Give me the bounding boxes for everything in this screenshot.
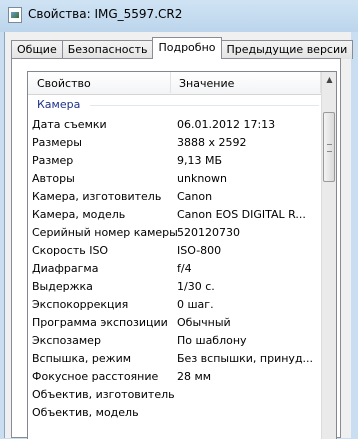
property-value: ISO-800 — [177, 244, 222, 257]
property-name: Программа экспозиции — [32, 316, 168, 329]
property-value: Без вспышки, принуд... — [177, 352, 314, 365]
tab-security[interactable]: Безопасность — [61, 40, 154, 59]
tab-general[interactable]: Общие — [11, 40, 63, 59]
list-item[interactable]: Скорость ISO ISO-800 — [28, 242, 323, 260]
property-value: Canon EOS DIGITAL R... — [177, 208, 306, 221]
column-divider[interactable] — [170, 72, 171, 93]
property-name: Фокусное расстояние — [32, 370, 159, 383]
property-value: 28 мм — [177, 370, 212, 383]
dialog-body: Общие Безопасность Подробно Предыдущие в… — [4, 32, 354, 439]
property-value: 0 шаг. — [177, 298, 214, 311]
list-item[interactable]: Диафрагма f/4 — [28, 260, 323, 278]
group-divider — [90, 105, 319, 106]
property-name: Вспышка, режим — [32, 352, 132, 365]
property-value: 3888 x 2592 — [177, 136, 247, 149]
property-name: Объектив, изготовитель — [32, 388, 175, 401]
scroll-up-arrow-icon[interactable]: ▲ — [322, 72, 336, 88]
property-name: Экспокоррекция — [32, 298, 129, 311]
scrollbar-thumb[interactable] — [323, 112, 335, 182]
property-name: Размеры — [32, 136, 82, 149]
tab-previous-versions[interactable]: Предыдущие версии — [220, 40, 354, 59]
column-header-value[interactable]: Значение — [179, 77, 234, 90]
property-value: Canon — [177, 190, 213, 203]
details-panel: Свойство Значение Камера Дата съемки 06.0… — [11, 58, 341, 439]
list-item[interactable]: Камера, изготовитель Canon — [28, 188, 323, 206]
properties-list[interactable]: Свойство Значение Камера Дата съемки 06.0… — [27, 71, 337, 439]
file-image-icon — [8, 7, 22, 23]
property-value: 520120730 — [177, 226, 240, 239]
tab-strip: Общие Безопасность Подробно Предыдущие в… — [11, 37, 354, 59]
grip-icon — [327, 144, 332, 152]
property-value: f/4 — [177, 262, 192, 275]
property-name: Размер — [32, 154, 74, 167]
vertical-scrollbar[interactable]: ▲ — [321, 72, 336, 439]
list-item[interactable]: Размеры 3888 x 2592 — [28, 134, 323, 152]
property-name: Экспозамер — [32, 334, 101, 347]
property-name: Дата съемки — [32, 118, 107, 131]
tab-details[interactable]: Подробно — [152, 37, 222, 59]
property-name: Камера, модель — [32, 208, 126, 221]
list-item[interactable]: Вспышка, режим Без вспышки, принуд... — [28, 350, 323, 368]
list-item[interactable]: Выдержка 1/30 с. — [28, 278, 323, 296]
list-item[interactable]: Камера, модель Canon EOS DIGITAL R... — [28, 206, 323, 224]
list-item[interactable]: Серийный номер камеры 520120730 — [28, 224, 323, 242]
property-name: Скорость ISO — [32, 244, 109, 257]
property-name: Объектив, модель — [32, 406, 139, 419]
property-name: Диафрагма — [32, 262, 99, 275]
list-item[interactable]: Объектив, изготовитель — [28, 386, 323, 404]
list-item[interactable]: Фокусное расстояние 28 мм — [28, 368, 323, 386]
property-value: 06.01.2012 17:13 — [177, 118, 276, 131]
list-item[interactable]: Экспокоррекция 0 шаг. — [28, 296, 323, 314]
property-value: 9,13 МБ — [177, 154, 223, 167]
column-header-property[interactable]: Свойство — [37, 77, 91, 90]
property-name: Выдержка — [32, 280, 93, 293]
list-item[interactable]: Объектив, модель — [28, 404, 323, 422]
group-header[interactable]: Камера — [28, 96, 323, 114]
property-value: По шаблону — [177, 334, 247, 347]
list-item[interactable]: Экспозамер По шаблону — [28, 332, 323, 350]
property-name: Камера, изготовитель — [32, 190, 162, 203]
property-value: Обычный — [177, 316, 231, 329]
property-value: unknown — [177, 172, 227, 185]
list-item[interactable]: Размер 9,13 МБ — [28, 152, 323, 170]
group-label: Камера — [37, 98, 81, 111]
property-name: Авторы — [32, 172, 75, 185]
property-value: 1/30 с. — [177, 280, 215, 293]
property-rows: Дата съемки 06.01.2012 17:13 Размеры 3888 … — [28, 116, 323, 422]
list-item[interactable]: Авторы unknown — [28, 170, 323, 188]
list-item[interactable]: Дата съемки 06.01.2012 17:13 — [28, 116, 323, 134]
list-header: Свойство Значение — [28, 72, 323, 95]
list-item[interactable]: Программа экспозиции Обычный — [28, 314, 323, 332]
property-name: Серийный номер камеры — [32, 226, 178, 239]
title-bar[interactable]: Свойства: IMG_5597.CR2 — [0, 0, 358, 32]
window-title: Свойства: IMG_5597.CR2 — [28, 7, 183, 21]
